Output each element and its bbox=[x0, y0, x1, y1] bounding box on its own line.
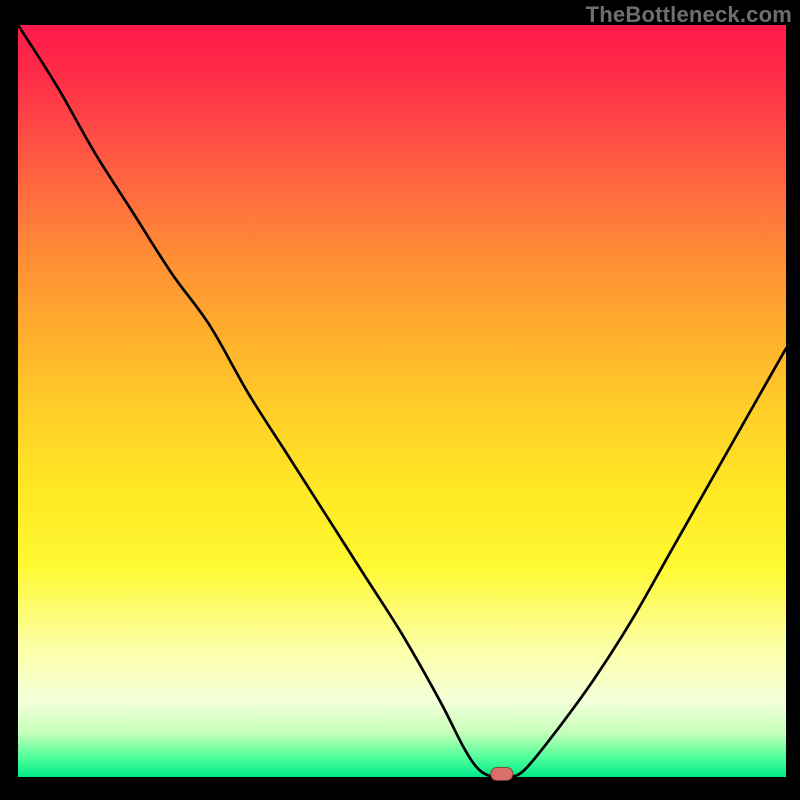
bottleneck-curve bbox=[18, 25, 786, 777]
optimum-marker bbox=[491, 768, 513, 781]
chart-frame: TheBottleneck.com bbox=[0, 0, 800, 800]
plot-area bbox=[18, 25, 786, 777]
